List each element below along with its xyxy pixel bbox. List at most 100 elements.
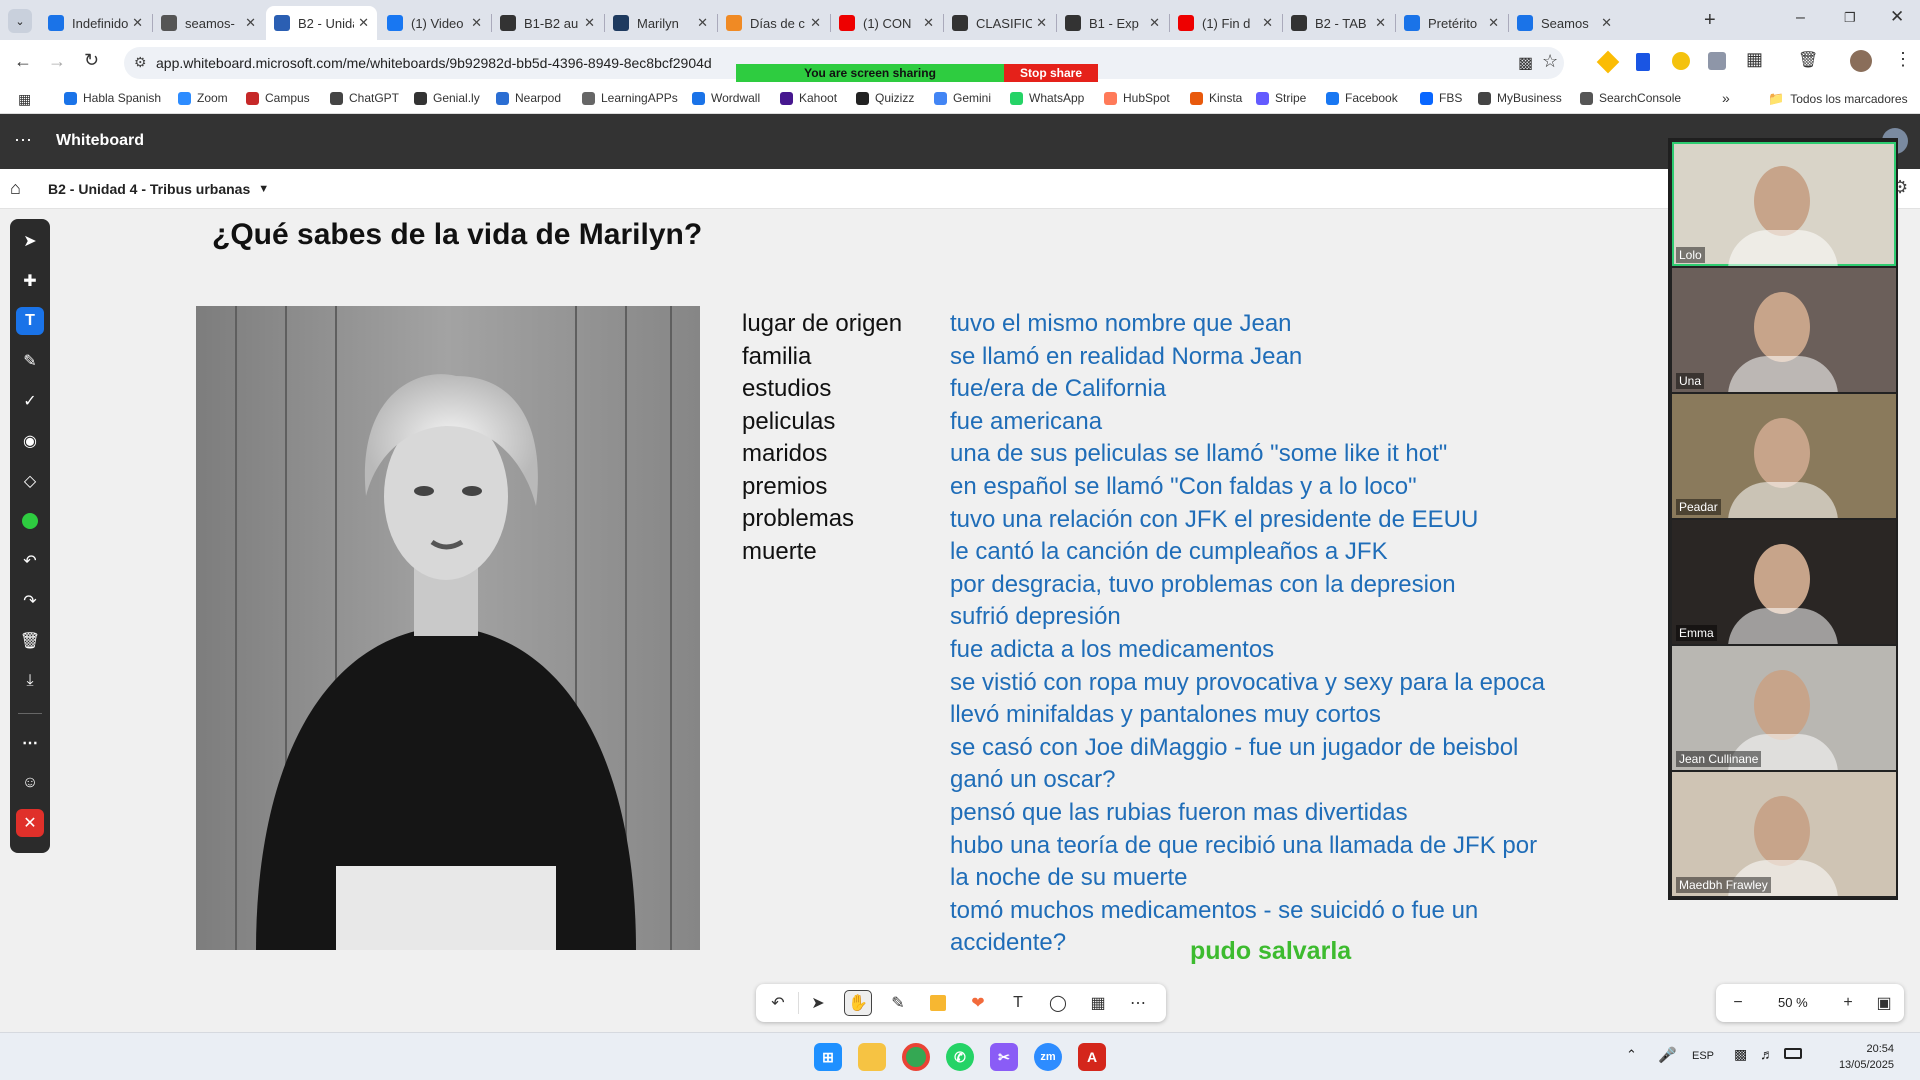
- participant-video-tile[interactable]: Emma: [1672, 520, 1896, 644]
- app-launcher-icon[interactable]: ⋯: [14, 130, 32, 151]
- tab-close-icon[interactable]: ✕: [1375, 15, 1386, 31]
- color-picker-icon[interactable]: [16, 507, 44, 535]
- bookmark-item[interactable]: Quizizz: [856, 91, 914, 105]
- browser-tab[interactable]: B2 - TAB ✕: [1283, 6, 1394, 40]
- select-arrow-icon[interactable]: ➤: [16, 227, 44, 255]
- category-label[interactable]: maridos: [742, 440, 827, 468]
- bookmark-item[interactable]: WhatsApp: [1010, 91, 1084, 105]
- stop-share-button[interactable]: Stop share: [1004, 64, 1098, 82]
- browser-tab[interactable]: Indefinido ✕: [40, 6, 151, 40]
- tab-close-icon[interactable]: ✕: [697, 15, 708, 31]
- note-text-line[interactable]: le cantó la canción de cumpleaños a JFK: [950, 538, 1388, 566]
- note-text-line[interactable]: ganó un oscar?: [950, 766, 1115, 794]
- browser-tab[interactable]: Seamos ✕: [1509, 6, 1620, 40]
- file-explorer-icon[interactable]: [858, 1043, 886, 1071]
- extension-icon[interactable]: [1672, 52, 1690, 70]
- text-icon[interactable]: T: [1004, 990, 1032, 1016]
- apps-grid-icon[interactable]: ▦: [18, 91, 31, 108]
- bookmark-item[interactable]: MyBusiness: [1478, 91, 1562, 105]
- delete-icon[interactable]: 🗑: [16, 627, 44, 655]
- minimize-button[interactable]: –: [1796, 9, 1805, 27]
- note-text-line[interactable]: sufrió depresión: [950, 603, 1121, 631]
- battery-icon[interactable]: [1784, 1048, 1802, 1059]
- bookmark-item[interactable]: Nearpod: [496, 91, 561, 105]
- browser-tab[interactable]: (1) Fin d ✕: [1170, 6, 1281, 40]
- trash-icon[interactable]: 🗑: [1798, 50, 1818, 70]
- extension-icon[interactable]: [1708, 52, 1726, 70]
- reaction-heart-icon[interactable]: ❤: [964, 990, 992, 1016]
- browser-tab[interactable]: seamos- ✕: [153, 6, 264, 40]
- note-text-line[interactable]: fue/era de California: [950, 375, 1166, 403]
- browser-tab[interactable]: B1 - Exp ✕: [1057, 6, 1168, 40]
- tab-close-icon[interactable]: ✕: [1036, 15, 1047, 31]
- note-text-line[interactable]: por desgracia, tuvo problemas con la dep…: [950, 571, 1456, 599]
- category-label[interactable]: lugar de origen: [742, 310, 902, 338]
- browser-tab[interactable]: Marilyn ✕: [605, 6, 716, 40]
- participants-icon[interactable]: ☺: [16, 769, 44, 797]
- move-icon[interactable]: ✚: [16, 267, 44, 295]
- bookmark-star-icon[interactable]: ☆: [1542, 51, 1558, 72]
- clock-date[interactable]: 13/05/2025: [1814, 1059, 1894, 1071]
- back-icon[interactable]: ←: [14, 51, 32, 72]
- extension-icon[interactable]: [1596, 50, 1620, 74]
- bookmark-item[interactable]: Habla Spanish: [64, 91, 161, 105]
- bookmark-item[interactable]: Kahoot: [780, 91, 837, 105]
- zoom-level[interactable]: 50 %: [1778, 995, 1808, 1010]
- browser-menu-icon[interactable]: ⋮: [1894, 49, 1912, 70]
- bookmark-item[interactable]: Stripe: [1256, 91, 1306, 105]
- undo-icon[interactable]: ↶: [16, 547, 44, 575]
- more-options-icon[interactable]: ⋯: [16, 729, 44, 757]
- browser-tab[interactable]: B2 - Unidad✕: [266, 6, 377, 40]
- tab-close-icon[interactable]: ✕: [1262, 15, 1273, 31]
- browser-tab[interactable]: CLASIFIC ✕: [944, 6, 1055, 40]
- participant-video-tile[interactable]: Maedbh Frawley: [1672, 772, 1896, 896]
- board-name[interactable]: B2 - Unidad 4 - Tribus urbanas: [48, 181, 250, 197]
- tab-close-icon[interactable]: ✕: [358, 15, 369, 31]
- zoom-out-icon[interactable]: −: [1724, 990, 1752, 1016]
- shapes-icon[interactable]: ◯: [1044, 990, 1072, 1016]
- microphone-icon[interactable]: 🎤: [1658, 1046, 1677, 1064]
- checkmark-icon[interactable]: ✓: [16, 387, 44, 415]
- bookmark-item[interactable]: Wordwall: [692, 91, 760, 105]
- browser-tab[interactable]: Pretérito ✕: [1396, 6, 1507, 40]
- reload-icon[interactable]: ↻: [84, 50, 99, 71]
- volume-icon[interactable]: ♬: [1760, 1046, 1774, 1062]
- bookmark-item[interactable]: FBS: [1420, 91, 1462, 105]
- fit-to-screen-icon[interactable]: ▣: [1870, 990, 1898, 1016]
- note-text-line[interactable]: llevó minifaldas y pantalones muy cortos: [950, 701, 1381, 729]
- tab-close-icon[interactable]: ✕: [1601, 15, 1612, 31]
- templates-icon[interactable]: ▦: [1084, 990, 1112, 1016]
- note-text-line[interactable]: accidente?: [950, 929, 1066, 957]
- restore-button[interactable]: ❐: [1844, 10, 1856, 26]
- pen-icon[interactable]: ✎: [884, 990, 912, 1016]
- language-indicator[interactable]: ESP: [1692, 1050, 1714, 1062]
- browser-tab[interactable]: (1) CON ✕: [831, 6, 942, 40]
- more-bookmarks-icon[interactable]: »: [1722, 90, 1730, 106]
- text-tool-icon[interactable]: T: [16, 307, 44, 335]
- zoom-in-icon[interactable]: +: [1834, 990, 1862, 1016]
- note-text-line[interactable]: se llamó en realidad Norma Jean: [950, 343, 1302, 371]
- note-text-line[interactable]: en español se llamó "Con faldas y a lo l…: [950, 473, 1417, 501]
- undo-icon[interactable]: ↶: [764, 990, 792, 1016]
- category-label[interactable]: premios: [742, 473, 827, 501]
- bookmark-item[interactable]: LearningAPPs: [582, 91, 678, 105]
- bookmark-item[interactable]: Campus: [246, 91, 310, 105]
- chevron-down-icon[interactable]: ▼: [258, 183, 269, 195]
- category-label[interactable]: familia: [742, 343, 811, 371]
- bookmark-item[interactable]: SearchConsole: [1580, 91, 1681, 105]
- note-text-line[interactable]: fue adicta a los medicamentos: [950, 636, 1274, 664]
- browser-tab[interactable]: (1) Video ✕: [379, 6, 490, 40]
- site-info-icon[interactable]: ⚙: [134, 54, 147, 71]
- all-bookmarks-folder[interactable]: 📁 Todos los marcadores: [1768, 91, 1908, 107]
- note-text-line[interactable]: se vistió con ropa muy provocativa y sex…: [950, 669, 1545, 697]
- browser-tab[interactable]: B1-B2 au ✕: [492, 6, 603, 40]
- tab-close-icon[interactable]: ✕: [245, 15, 256, 31]
- new-tab-button[interactable]: +: [1704, 9, 1716, 32]
- category-label[interactable]: problemas: [742, 505, 854, 533]
- chrome-icon[interactable]: [902, 1043, 930, 1071]
- tab-close-icon[interactable]: ✕: [1488, 15, 1499, 31]
- close-toolbar-icon[interactable]: ✕: [16, 809, 44, 837]
- download-icon[interactable]: ⤓: [16, 667, 44, 695]
- clock-time[interactable]: 20:54: [1844, 1043, 1894, 1055]
- note-text-line[interactable]: tuvo una relación con JFK el presidente …: [950, 506, 1478, 534]
